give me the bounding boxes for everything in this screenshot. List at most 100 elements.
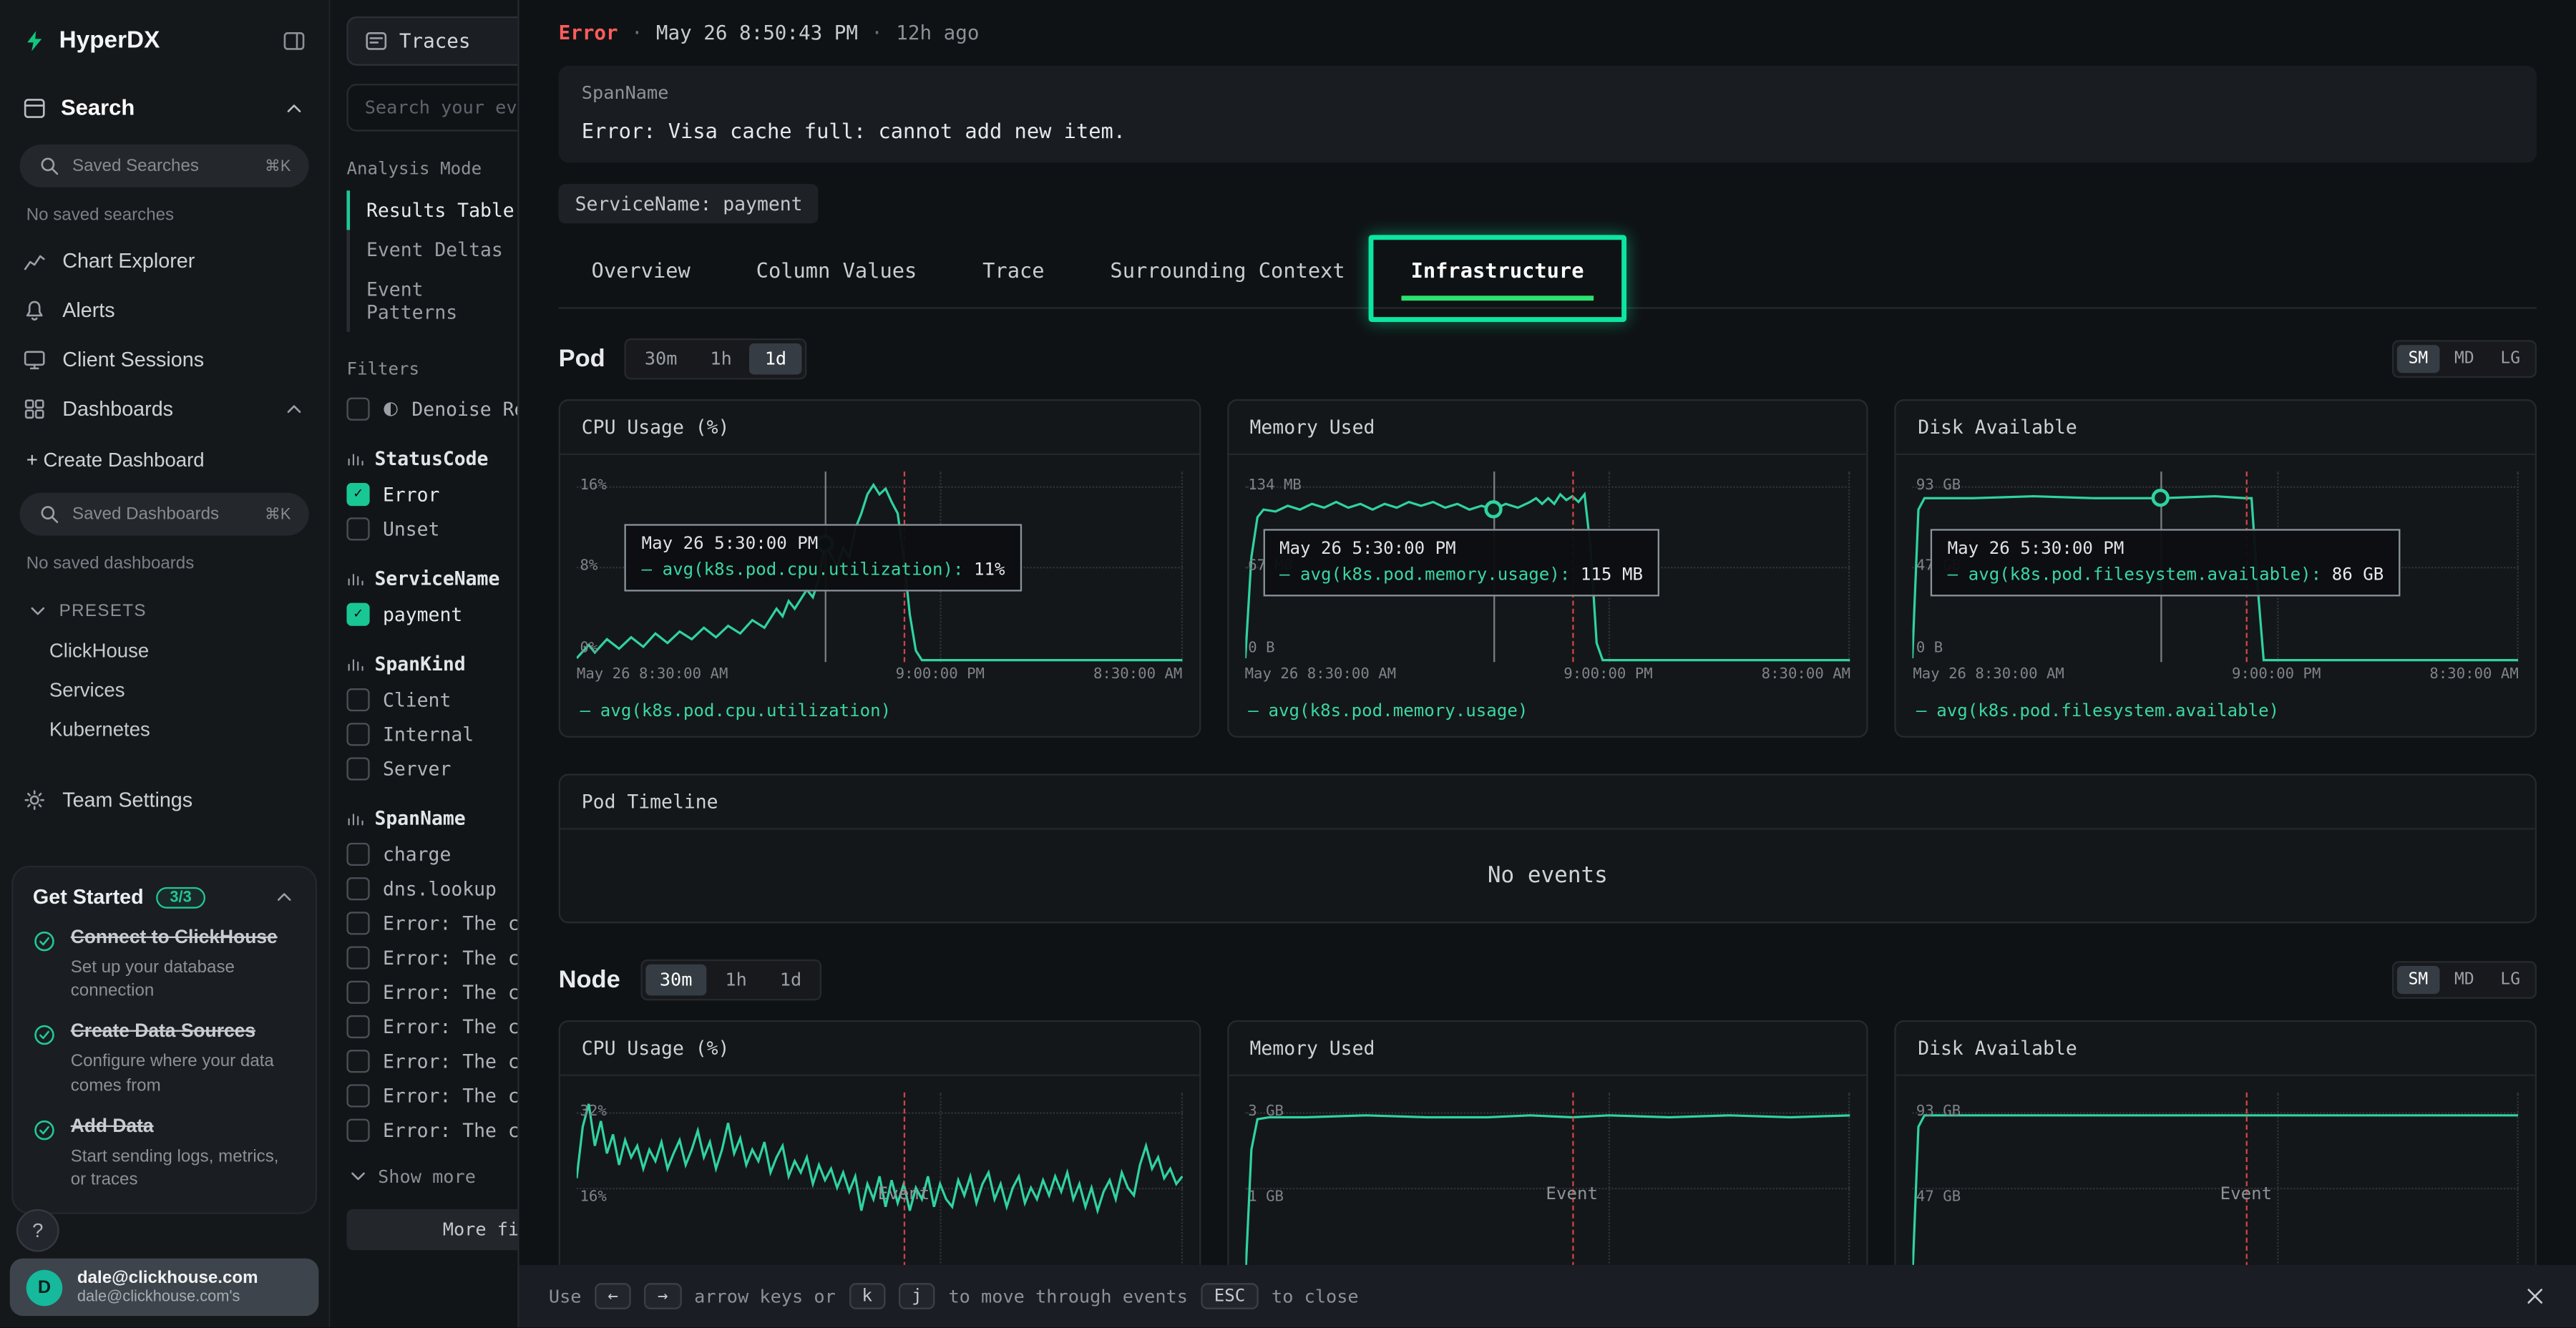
node-range-1d[interactable]: 1d [765, 965, 816, 996]
checkbox[interactable] [346, 482, 369, 505]
checkbox[interactable] [346, 842, 369, 865]
saved-dashboards-input[interactable]: Saved Dashboards ⌘K [20, 493, 309, 536]
y-axis-tick: 16% [580, 1189, 606, 1206]
tab-overview[interactable]: Overview [559, 237, 723, 308]
user-menu[interactable]: D dale@clickhouse.com dale@clickhouse.co… [10, 1259, 319, 1316]
pod-size-lg[interactable]: LG [2489, 345, 2532, 373]
get-started-item-create-data-sources[interactable]: Create Data SourcesConfigure where your … [33, 1021, 296, 1097]
denoise-toggle[interactable]: ◐ Denoise Re [346, 391, 535, 425]
sidebar-item-dashboards[interactable]: Dashboards [0, 384, 328, 434]
chart-plot[interactable]: 134 MB67 MB0 B May 26 5:30:00 PM — avg(k… [1245, 472, 1850, 662]
source-select[interactable]: Traces [346, 16, 535, 66]
checkbox[interactable] [346, 1083, 369, 1106]
filter-option-internal[interactable]: Internal [346, 716, 535, 751]
filter-group-statuscode[interactable]: StatusCode [346, 447, 535, 470]
node-size-lg[interactable]: LG [2489, 966, 2532, 994]
get-started-header[interactable]: Get Started 3/3 [33, 886, 296, 909]
filter-group-spanname[interactable]: SpanName [346, 806, 535, 829]
checkbox[interactable] [346, 1049, 369, 1072]
tab-infrastructure[interactable]: Infrastructure [1378, 237, 1617, 308]
y-axis-tick: 0 B [1916, 640, 1943, 657]
pod-range-30m[interactable]: 30m [630, 343, 692, 375]
filter-option-payment[interactable]: payment [346, 596, 535, 630]
filter-option-error[interactable]: Error [346, 477, 535, 511]
node-size-md[interactable]: MD [2443, 966, 2486, 994]
checkbox[interactable] [346, 396, 369, 419]
collapse-sidebar-icon[interactable] [283, 29, 306, 52]
app-title: HyperDX [59, 28, 160, 54]
checkbox[interactable] [346, 517, 369, 540]
tab-column-values[interactable]: Column Values [723, 237, 950, 308]
checkbox[interactable] [346, 945, 369, 968]
create-dashboard-button[interactable]: + Create Dashboard [0, 434, 328, 486]
sidebar-item-alerts[interactable]: Alerts [0, 286, 328, 336]
checkbox[interactable] [346, 1015, 369, 1038]
close-drawer-button[interactable] [2524, 1284, 2547, 1307]
chart-plot[interactable]: 93 GB47 GB Event [1913, 1093, 2518, 1265]
checkbox[interactable] [346, 911, 369, 934]
pod-range-1h[interactable]: 1h [696, 343, 747, 375]
filter-option-error-the-cr[interactable]: Error: The cr [346, 939, 535, 974]
chart-title: Memory Used [1229, 1022, 1867, 1076]
filter-option-error-the-cr[interactable]: Error: The cr [346, 1043, 535, 1078]
team-settings-link[interactable]: Team Settings [0, 776, 328, 825]
filter-option-client[interactable]: Client [346, 682, 535, 716]
filter-option-error-the-cr[interactable]: Error: The cr [346, 975, 535, 1009]
checkbox[interactable] [346, 722, 369, 745]
filter-option-server[interactable]: Server [346, 751, 535, 785]
filter-option-error-the-cr[interactable]: Error: The cr [346, 1112, 535, 1146]
chart-plot[interactable]: 16%8%0% May 26 5:30:00 PM — avg(k8s.pod.… [577, 472, 1182, 662]
checkbox[interactable] [346, 688, 369, 711]
event-label: Event [1546, 1184, 1598, 1204]
chart-plot[interactable]: 3 GB1 GB Event [1245, 1093, 1850, 1265]
filter-option-error-the-cr[interactable]: Error: The cr [346, 1078, 535, 1112]
event-search-input[interactable]: Search your ev [346, 84, 535, 132]
filter-option-charge[interactable]: charge [346, 836, 535, 871]
more-filters-button[interactable]: More fil [346, 1209, 535, 1250]
node-range-30m[interactable]: 30m [645, 965, 707, 996]
filter-option-error-the-cr[interactable]: Error: The cr [346, 1009, 535, 1043]
get-started-item-connect-to-clickhouse[interactable]: Connect to ClickHouseSet up your databas… [33, 927, 296, 1002]
presets-toggle[interactable]: PRESETS [0, 585, 328, 630]
avatar: D [26, 1269, 63, 1306]
show-more-toggle[interactable]: Show more [346, 1165, 535, 1188]
sidebar-item-client-sessions[interactable]: Client Sessions [0, 335, 328, 384]
filter-option-label: Internal [383, 722, 474, 745]
get-started-item-add-data[interactable]: Add DataStart sending logs, metrics, or … [33, 1115, 296, 1191]
preset-clickhouse[interactable]: ClickHouse [0, 631, 328, 670]
tab-trace[interactable]: Trace [950, 237, 1077, 308]
service-name-tag[interactable]: ServiceName: payment [559, 184, 819, 223]
analysis-mode-event-deltas[interactable]: Event Deltas [346, 230, 535, 269]
event-marker-line [904, 1093, 905, 1265]
pod-size-sm[interactable]: SM [2397, 345, 2440, 373]
traces-source-icon [365, 29, 388, 52]
chart-plot[interactable]: 93 GB47 GB0 B May 26 5:30:00 PM — avg(k8… [1913, 472, 2518, 662]
node-size-sm[interactable]: SM [2397, 966, 2440, 994]
checkbox[interactable] [346, 877, 369, 899]
preset-kubernetes[interactable]: Kubernetes [0, 710, 328, 749]
filter-group-servicename[interactable]: ServiceName [346, 567, 535, 590]
filter-group-spankind[interactable]: SpanKind [346, 653, 535, 675]
saved-searches-input[interactable]: Saved Searches ⌘K [20, 145, 309, 187]
checkbox[interactable] [346, 980, 369, 1003]
sidebar-item-chart-explorer[interactable]: Chart Explorer [0, 237, 328, 286]
preset-services[interactable]: Services [0, 670, 328, 710]
severity-badge: Error [559, 21, 618, 44]
tab-surrounding-context[interactable]: Surrounding Context [1077, 237, 1377, 308]
chart-plot[interactable]: 32%16% Event [577, 1093, 1182, 1265]
analysis-mode-event-patterns[interactable]: Event Patterns [346, 270, 535, 332]
analysis-mode-results-table[interactable]: Results Table [346, 190, 535, 230]
pod-disk-chart-card: Disk Available 93 GB47 GB0 B May 26 5:30… [1895, 399, 2537, 738]
node-range-1h[interactable]: 1h [711, 965, 762, 996]
pod-range-1d[interactable]: 1d [750, 343, 801, 375]
chart-body: 16%8%0% May 26 5:30:00 PM — avg(k8s.pod.… [560, 455, 1199, 736]
filter-option-unset[interactable]: Unset [346, 511, 535, 545]
help-button[interactable]: ? [16, 1209, 59, 1252]
checkbox[interactable] [346, 1118, 369, 1141]
search-section-header[interactable]: Search [0, 77, 328, 138]
filter-option-dns-lookup[interactable]: dns.lookup [346, 871, 535, 905]
pod-size-md[interactable]: MD [2443, 345, 2486, 373]
checkbox[interactable] [346, 756, 369, 779]
checkbox[interactable] [346, 602, 369, 625]
filter-option-error-the-cr[interactable]: Error: The cr [346, 905, 535, 939]
